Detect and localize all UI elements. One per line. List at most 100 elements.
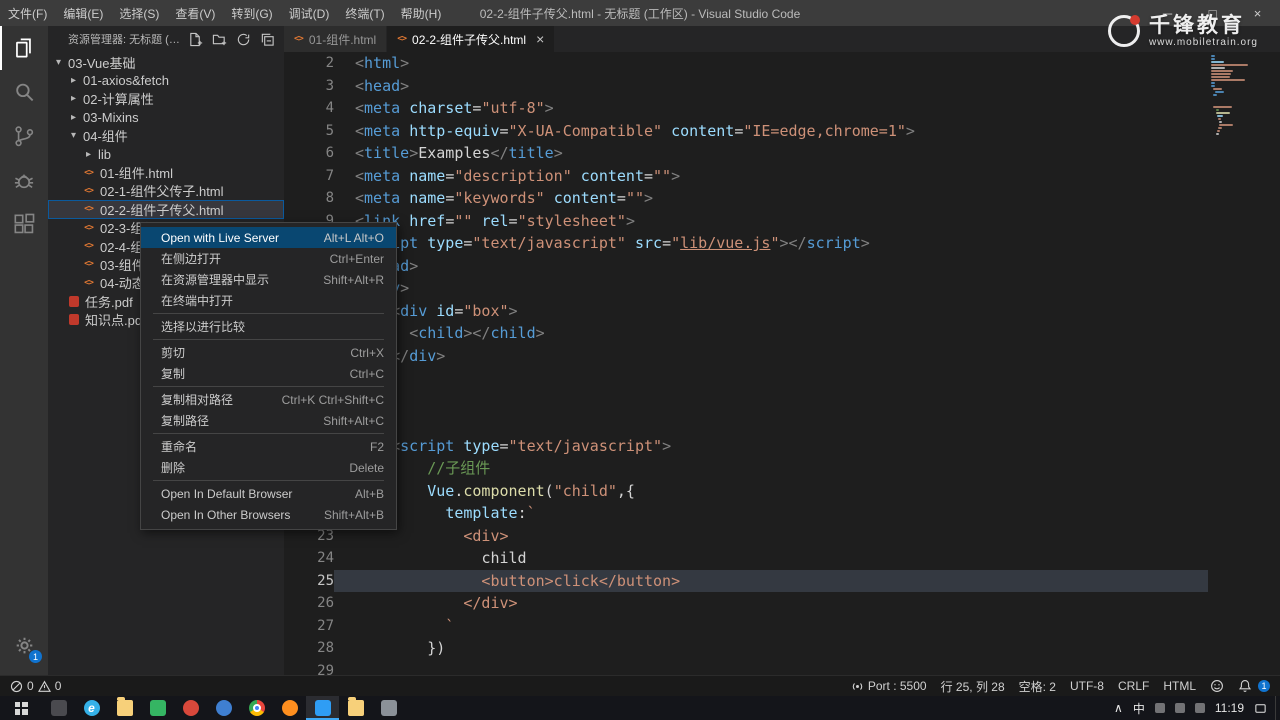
search-icon[interactable]	[0, 70, 48, 114]
taskbar-app-file-explorer-2[interactable]	[339, 696, 372, 720]
taskbar-app-firefox[interactable]	[273, 696, 306, 720]
code-line[interactable]: 9 <link href="" rel="stylesheet">	[284, 210, 1208, 233]
menubar-item[interactable]: 帮助(H)	[393, 0, 450, 26]
encoding[interactable]: UTF-8	[1070, 679, 1104, 693]
taskbar-app-app-blue[interactable]	[207, 696, 240, 720]
close-button[interactable]: ×	[1235, 0, 1280, 26]
code-line[interactable]: 4 <meta charset="utf-8">	[284, 97, 1208, 120]
code-line[interactable]: 23 <div>	[284, 525, 1208, 548]
code-line[interactable]: 14 <child></child>	[284, 322, 1208, 345]
tree-item[interactable]: ▸ 02-计算属性	[48, 90, 284, 108]
editor[interactable]: 2 <html> 3 <head> 4 <meta charset="utf-8"> 5 <m…	[284, 52, 1280, 675]
menubar-item[interactable]: 选择(S)	[111, 0, 167, 26]
code-line[interactable]: 21 Vue.component("child",{	[284, 480, 1208, 503]
code-line[interactable]: 8 <meta name="keywords" content="">	[284, 187, 1208, 210]
restore-button[interactable]: □	[1190, 0, 1235, 26]
code-line[interactable]: 26 </div>	[284, 592, 1208, 615]
code-line[interactable]: 18	[284, 412, 1208, 435]
menubar-item[interactable]: 终端(T)	[337, 0, 392, 26]
feedback-smiley-icon[interactable]	[1210, 679, 1224, 693]
clock[interactable]: 11:19	[1215, 701, 1244, 715]
code-line[interactable]: 25 <button>click</button>	[284, 569, 1208, 592]
tree-item[interactable]: ▸ lib	[48, 145, 284, 163]
taskbar-app-chrome[interactable]	[240, 696, 273, 720]
minimize-button[interactable]: ─	[1145, 0, 1190, 26]
extensions-icon[interactable]	[0, 202, 48, 246]
close-tab-icon[interactable]: ×	[536, 31, 544, 47]
code-line[interactable]: 13 <div id="box">	[284, 300, 1208, 323]
code-line[interactable]: 20 //子组件	[284, 457, 1208, 480]
tree-item[interactable]: <> 02-1-组件父传子.html	[48, 182, 284, 200]
tray-icon[interactable]	[1174, 703, 1185, 713]
tree-item[interactable]: ▾ 04-组件	[48, 127, 284, 145]
problems-indicator[interactable]: 0 0	[10, 679, 61, 693]
code-line[interactable]: 24 child	[284, 547, 1208, 570]
live-server-port[interactable]: Port : 5500	[851, 679, 927, 693]
tray-expand-chevron[interactable]: ∧	[1114, 701, 1123, 715]
explorer-icon[interactable]	[0, 26, 48, 70]
tree-item[interactable]: ▸ 03-Mixins	[48, 108, 284, 126]
indentation[interactable]: 空格: 2	[1019, 678, 1056, 695]
code-line[interactable]: 16	[284, 367, 1208, 390]
action-center-icon[interactable]	[1254, 702, 1267, 715]
context-menu-item[interactable]: Open In Default Browser Alt+B	[141, 483, 396, 504]
debug-icon[interactable]	[0, 158, 48, 202]
notifications-bell[interactable]: 1	[1238, 679, 1270, 693]
context-menu-item[interactable]: 在资源管理器中显示 Shift+Alt+R	[141, 269, 396, 290]
taskbar-app-app-dark[interactable]	[42, 696, 75, 720]
code-line[interactable]: 10<script type="text/javascript" src="li…	[284, 232, 1208, 255]
settings-gear-icon[interactable]: 1	[0, 623, 48, 667]
code-line[interactable]: 28 })	[284, 637, 1208, 660]
taskbar-app-app-green[interactable]	[141, 696, 174, 720]
show-desktop-button[interactable]	[1275, 696, 1280, 720]
ime-indicator[interactable]: 中	[1133, 700, 1145, 717]
minimap[interactable]	[1208, 52, 1280, 675]
editor-tab-1[interactable]: <> 01-组件.html	[284, 26, 388, 52]
tree-item[interactable]: <> 01-组件.html	[48, 163, 284, 181]
context-menu-item[interactable]: 删除 Delete	[141, 457, 396, 478]
code-line[interactable]: 29	[284, 660, 1208, 676]
tree-item[interactable]: <> 02-2-组件子传父.html	[48, 200, 284, 219]
start-button[interactable]	[0, 696, 42, 720]
tree-item[interactable]: ▾ 03-Vue基础	[48, 53, 284, 71]
tray-icon[interactable]	[1154, 703, 1165, 713]
collapse-folders-icon[interactable]	[258, 30, 276, 48]
menubar-item[interactable]: 查看(V)	[167, 0, 223, 26]
code-line[interactable]: 27 `	[284, 615, 1208, 638]
source-control-icon[interactable]	[0, 114, 48, 158]
code-line[interactable]: 22 template:`	[284, 502, 1208, 525]
taskbar-app-app-red[interactable]	[174, 696, 207, 720]
new-folder-icon[interactable]	[210, 30, 228, 48]
context-menu-item[interactable]: Open In Other Browsers Shift+Alt+B	[141, 504, 396, 525]
context-menu-item[interactable]: 重命名 F2	[141, 436, 396, 457]
context-menu-item[interactable]: 复制相对路径 Ctrl+K Ctrl+Shift+C	[141, 389, 396, 410]
menubar-item[interactable]: 文件(F)	[0, 0, 55, 26]
menubar-item[interactable]: 调试(D)	[281, 0, 338, 26]
code-line[interactable]: 2 <html>	[284, 52, 1208, 75]
code-line[interactable]: 15 </div>	[284, 345, 1208, 368]
taskbar-app-app-gray[interactable]	[372, 696, 405, 720]
menubar-item[interactable]: 转到(G)	[223, 0, 280, 26]
code-line[interactable]: 11</head>	[284, 255, 1208, 278]
taskbar-app-file-explorer[interactable]	[108, 696, 141, 720]
code-line[interactable]: 7 <meta name="description" content="">	[284, 165, 1208, 188]
cursor-position[interactable]: 行 25, 列 28	[941, 678, 1005, 695]
context-menu-item[interactable]: 复制 Ctrl+C	[141, 363, 396, 384]
refresh-icon[interactable]	[234, 30, 252, 48]
code-line[interactable]: 3 <head>	[284, 75, 1208, 98]
menubar-item[interactable]: 编辑(E)	[55, 0, 111, 26]
context-menu-item[interactable]: 剪切 Ctrl+X	[141, 342, 396, 363]
context-menu-item[interactable]: 复制路径 Shift+Alt+C	[141, 410, 396, 431]
taskbar-app-internet-explorer[interactable]: e	[75, 696, 108, 720]
context-menu-item[interactable]: 选择以进行比较	[141, 316, 396, 337]
code-line[interactable]: 6 <title>Examples</title>	[284, 142, 1208, 165]
tray-icon[interactable]	[1194, 703, 1205, 713]
language-mode[interactable]: HTML	[1163, 679, 1196, 693]
tree-item[interactable]: ▸ 01-axios&fetch	[48, 71, 284, 89]
context-menu-item[interactable]: Open with Live Server Alt+L Alt+O	[141, 227, 396, 248]
eol[interactable]: CRLF	[1118, 679, 1149, 693]
context-menu-item[interactable]: 在侧边打开 Ctrl+Enter	[141, 248, 396, 269]
code-line[interactable]: 5 <meta http-equiv="X-UA-Compatible" cont…	[284, 120, 1208, 143]
editor-tab-2[interactable]: <> 02-2-组件子传父.html ×	[387, 26, 556, 52]
taskbar-app-vscode[interactable]	[306, 696, 339, 720]
